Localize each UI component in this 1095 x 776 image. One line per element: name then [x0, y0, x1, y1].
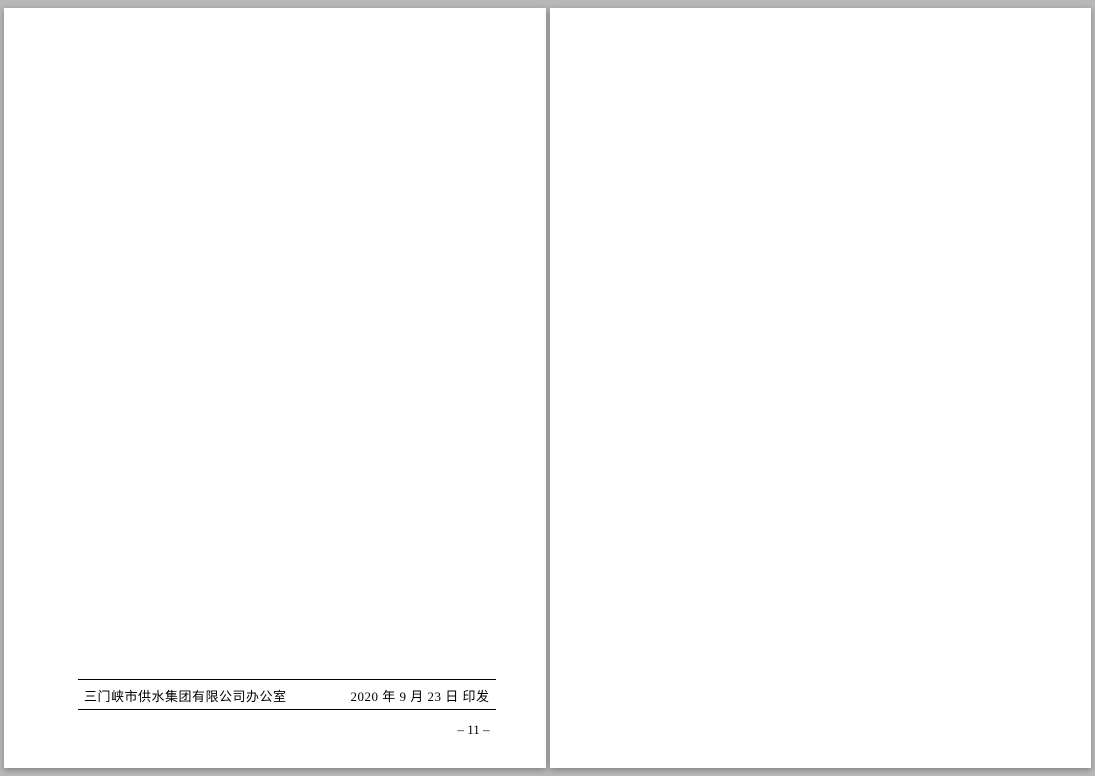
pages-container: 三门峡市供水集团有限公司办公室 2020 年 9 月 23 日 印发 – 11 … [0, 0, 1095, 776]
footer-area: 三门峡市供水集团有限公司办公室 2020 年 9 月 23 日 印发 [78, 679, 496, 710]
footer-text-row: 三门峡市供水集团有限公司办公室 2020 年 9 月 23 日 印发 [78, 682, 496, 710]
footer-top-rule [78, 679, 496, 680]
page-right [550, 8, 1092, 768]
footer-date: 2020 年 9 月 23 日 印发 [350, 686, 489, 705]
page-number: – 11 – [457, 722, 489, 738]
page-left: 三门峡市供水集团有限公司办公室 2020 年 9 月 23 日 印发 – 11 … [4, 8, 546, 768]
footer-issuer: 三门峡市供水集团有限公司办公室 [84, 686, 287, 705]
